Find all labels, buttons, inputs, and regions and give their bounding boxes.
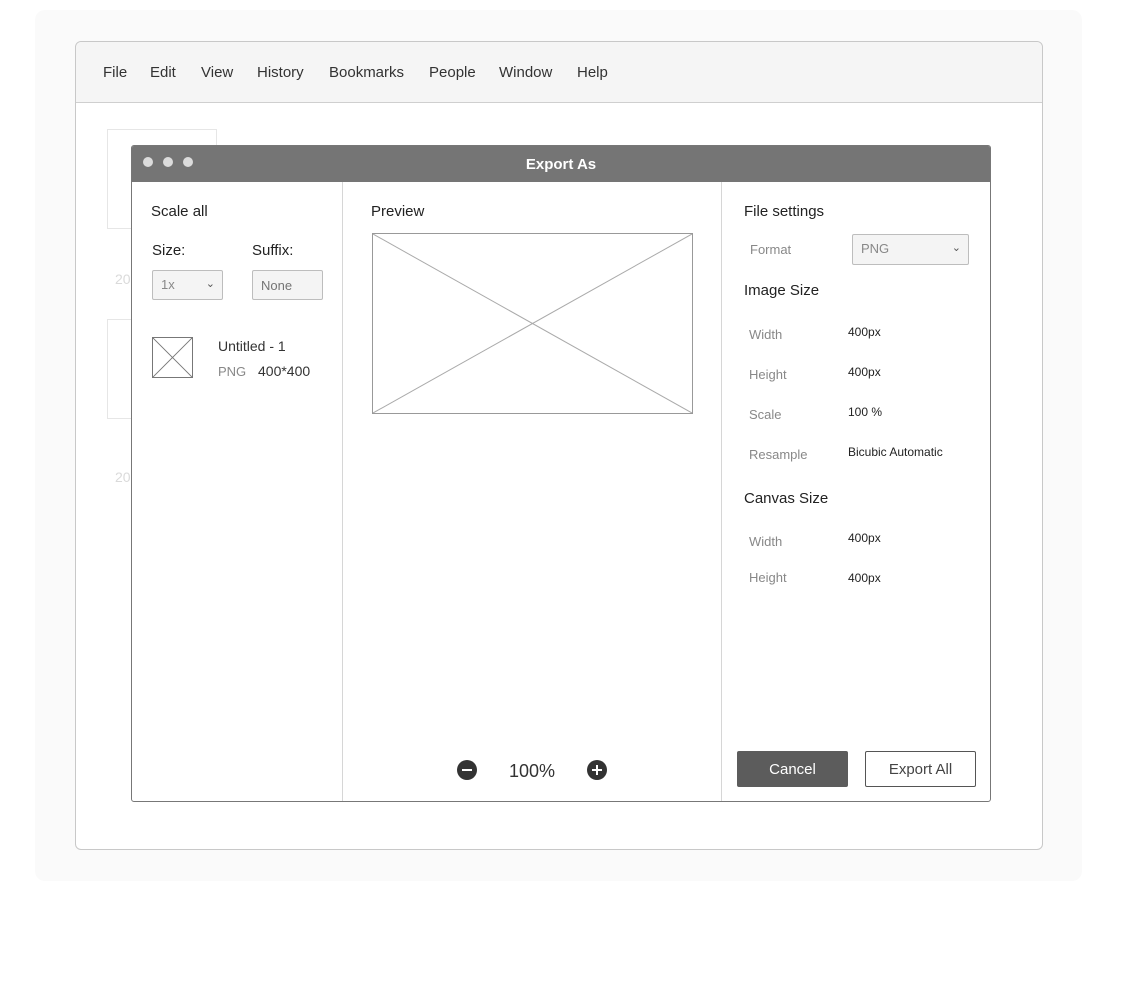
image-placeholder-icon — [153, 338, 192, 377]
file-format: PNG — [218, 364, 247, 379]
image-height-label: Height — [749, 367, 787, 382]
zoom-out-icon[interactable] — [457, 760, 477, 780]
export-dialog: Export As Scale all Size: 1x ⌄ Suffix: U… — [131, 145, 991, 802]
image-placeholder-icon — [373, 234, 692, 413]
scale-all-heading: Scale all — [151, 203, 208, 220]
image-width-label: Width — [749, 327, 783, 342]
resample-value: Bicubic Automatic — [848, 445, 943, 459]
file-settings-heading: File settings — [744, 203, 825, 220]
scale-value: 100 % — [848, 405, 883, 419]
resample-label: Resample — [749, 447, 808, 462]
size-select[interactable]: 1x ⌄ — [152, 270, 223, 300]
file-dimensions: 400*400 — [258, 363, 311, 379]
canvas-height-label: Height — [749, 570, 787, 585]
canvas-width-label: Width — [749, 534, 783, 549]
menu-window[interactable]: Window — [499, 64, 552, 81]
format-select-value: PNG — [861, 241, 890, 256]
canvas-size-heading: Canvas Size — [744, 490, 829, 507]
image-size-heading: Image Size — [744, 282, 820, 299]
menu-people[interactable]: People — [429, 64, 476, 81]
suffix-input[interactable] — [252, 270, 323, 300]
canvas-width-value: 400px — [848, 531, 881, 545]
suffix-label: Suffix: — [252, 242, 294, 259]
file-thumbnail-image — [152, 337, 193, 378]
file-name[interactable]: Untitled - 1 — [218, 338, 286, 354]
menu-history[interactable]: History — [257, 64, 304, 81]
preview-image — [372, 233, 693, 414]
dialog-titlebar: Export As — [132, 146, 990, 182]
image-width-value: 400px — [848, 325, 881, 339]
zoom-level: 100% — [509, 761, 556, 781]
menu-bookmarks[interactable]: Bookmarks — [329, 64, 404, 81]
dialog-title: Export As — [525, 156, 597, 173]
menu-bar: File Edit View History Bookmarks People … — [76, 42, 1042, 103]
format-select[interactable]: PNG ⌄ — [852, 234, 969, 265]
scale-label: Scale — [749, 407, 782, 422]
format-label: Format — [750, 242, 792, 257]
canvas-height-value: 400px — [848, 571, 881, 585]
size-select-value: 1x — [161, 277, 175, 292]
column-divider — [342, 182, 343, 801]
zoom-in-icon[interactable] — [587, 760, 607, 780]
menu-view[interactable]: View — [201, 64, 233, 81]
menu-edit[interactable]: Edit — [150, 64, 176, 81]
menu-help[interactable]: Help — [577, 64, 608, 81]
chevron-down-icon: ⌄ — [951, 242, 961, 254]
preview-heading: Preview — [371, 203, 425, 220]
menu-file[interactable]: File — [103, 64, 127, 81]
cancel-button[interactable]: Cancel — [737, 751, 848, 787]
size-label: Size: — [152, 242, 186, 259]
export-all-button[interactable]: Export All — [865, 751, 976, 787]
background-label: 20 — [115, 469, 131, 485]
background-label: 20 — [115, 271, 131, 287]
chevron-down-icon: ⌄ — [205, 278, 215, 290]
image-height-value: 400px — [848, 365, 881, 379]
column-divider — [721, 182, 722, 801]
